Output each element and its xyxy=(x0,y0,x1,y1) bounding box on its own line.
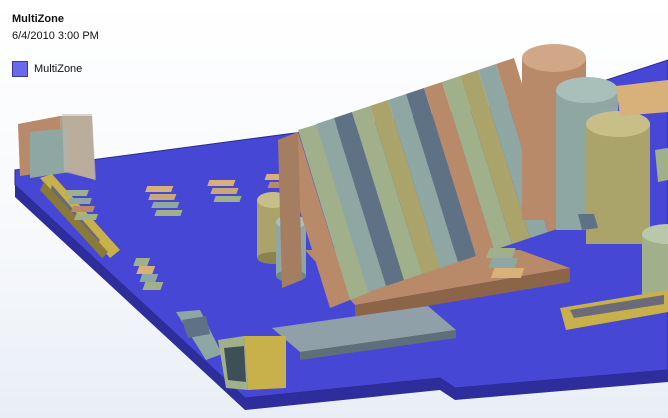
3d-viewport[interactable] xyxy=(0,0,668,418)
overlay-title: MultiZone xyxy=(12,13,64,25)
legend: MultiZone xyxy=(12,61,99,77)
info-overlay: MultiZone 6/4/2010 3:00 PM MultiZone xyxy=(12,12,99,77)
overlay-timestamp: 6/4/2010 3:00 PM xyxy=(12,30,99,42)
legend-swatch xyxy=(12,61,28,77)
rear-connector xyxy=(18,114,96,180)
legend-label: MultiZone xyxy=(34,63,83,75)
